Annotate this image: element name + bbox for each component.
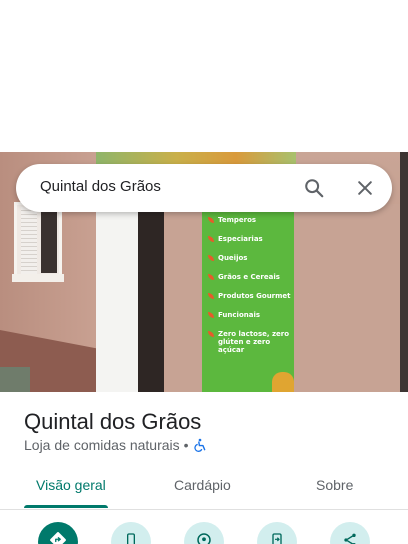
map-area (0, 0, 408, 152)
share-button[interactable] (330, 522, 370, 544)
directions-button[interactable] (38, 522, 78, 544)
place-title: Quintal dos Grãos (24, 409, 202, 434)
call-button[interactable] (111, 522, 151, 544)
banner-item: Grãos e Cereais (208, 273, 294, 281)
action-buttons (0, 522, 408, 544)
storefront-window (14, 202, 62, 282)
close-icon[interactable] (353, 176, 377, 200)
send-to-phone-icon (269, 532, 285, 544)
mascot-image (272, 372, 294, 392)
send-to-phone-button[interactable] (257, 522, 297, 544)
search-box[interactable]: Quintal dos Grãos (16, 164, 392, 212)
place-tabs: Visão geral Cardápio Sobre (0, 470, 408, 510)
active-tab-indicator (24, 505, 108, 508)
wheelchair-icon (193, 438, 207, 452)
tab-menu[interactable]: Cardápio (174, 477, 231, 493)
banner-item: Produtos Gourmet (208, 292, 294, 300)
banner-item: Especiarias (208, 235, 294, 243)
banner-item: Temperos (208, 216, 294, 224)
phone-icon (123, 532, 139, 544)
banner-item: Funcionais (208, 311, 294, 319)
nearby-icon (195, 531, 213, 544)
search-icon[interactable] (302, 176, 326, 200)
search-input[interactable]: Quintal dos Grãos (40, 178, 161, 195)
directions-icon (49, 531, 67, 544)
banner-item: Zero lactose, zero glúten e zero açúcar (208, 330, 294, 354)
place-category[interactable]: Loja de comidas naturais (24, 437, 180, 453)
tab-overview[interactable]: Visão geral (36, 477, 106, 493)
nearby-button[interactable] (184, 522, 224, 544)
tab-about[interactable]: Sobre (316, 477, 353, 493)
separator: • (183, 437, 189, 453)
share-icon (342, 532, 358, 544)
storefront-door (96, 204, 138, 392)
store-banner: Temperos Especiarias Queijos Grãos e Cer… (202, 210, 294, 392)
place-subtitle: Loja de comidas naturais • (24, 437, 207, 453)
banner-item: Queijos (208, 254, 294, 262)
